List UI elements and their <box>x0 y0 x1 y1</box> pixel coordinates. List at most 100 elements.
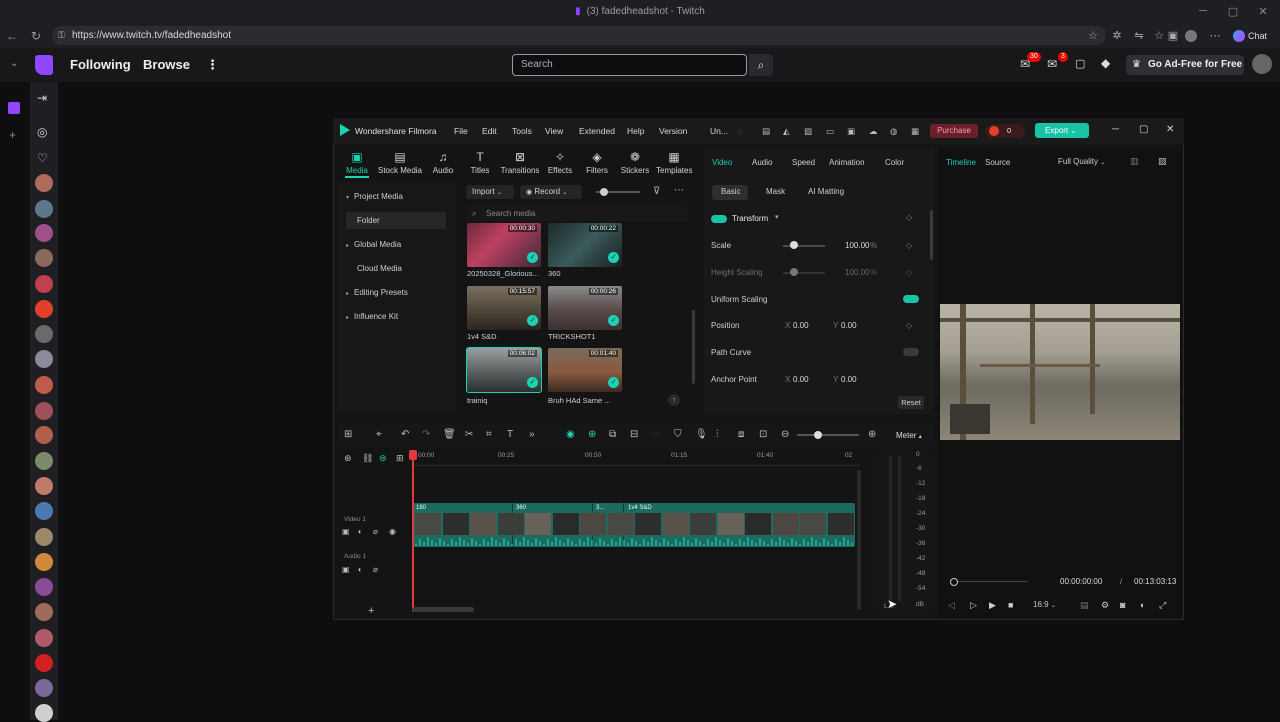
media-thumbnail[interactable]: 00:00:22 ✓ <box>548 223 622 267</box>
track-settings-icon[interactable]: ⊞ <box>396 453 404 464</box>
tool-media[interactable]: ▣ Media <box>344 150 370 175</box>
track-folder-icon[interactable]: ▣ <box>342 565 350 574</box>
path-curve-toggle[interactable] <box>903 348 919 356</box>
timeline-v-scrollbar[interactable] <box>857 470 861 610</box>
shield-icon[interactable]: ⛉ <box>674 429 682 440</box>
track-mute-icon[interactable]: ◖ <box>357 527 362 536</box>
link-tracks-icon[interactable]: ⛓ <box>362 453 373 464</box>
bits-icon[interactable]: ◆ <box>1101 56 1110 70</box>
add-icon[interactable]: + <box>9 128 16 142</box>
fm-minimize-icon[interactable]: ─ <box>1112 124 1119 135</box>
meter-dropdown[interactable]: Meter ▴ <box>896 431 922 440</box>
stop-icon[interactable]: ■ <box>1008 600 1013 610</box>
whispers-icon[interactable]: ✉ <box>1047 57 1057 71</box>
add-track-icon[interactable]: ⊛ <box>344 453 352 464</box>
fm-maximize-icon[interactable]: ▢ <box>1139 124 1148 135</box>
preview-video-frame[interactable] <box>940 304 1180 440</box>
prop-tab-audio[interactable]: Audio <box>752 158 772 167</box>
playhead-line[interactable] <box>412 452 414 612</box>
fm-close-icon[interactable]: ✕ <box>1166 124 1174 135</box>
timeline-h-scrollbar[interactable] <box>412 607 474 612</box>
tool-templates[interactable]: ▦ Templates <box>656 150 692 175</box>
nav-browse[interactable]: Browse <box>143 57 190 72</box>
save-icon[interactable]: ▣ <box>847 126 855 137</box>
grid-view-icon[interactable]: ▥ <box>1130 156 1139 167</box>
channel-avatar[interactable] <box>35 477 53 495</box>
star-icon[interactable]: ☆ <box>1084 27 1102 44</box>
snap-icon[interactable]: ⊜ <box>379 453 387 464</box>
credits-badge[interactable]: 0 <box>985 124 1025 138</box>
nav-global-media[interactable]: ▸ Global Media <box>346 240 401 249</box>
channel-avatar[interactable] <box>35 654 53 672</box>
tool-stock-media[interactable]: ▤ Stock Media <box>377 150 423 175</box>
channel-avatar[interactable] <box>35 402 53 420</box>
channel-avatar[interactable] <box>35 200 53 218</box>
keyframe-icon[interactable]: ◇ <box>906 321 912 330</box>
channel-avatar[interactable] <box>35 704 53 722</box>
more-menu-icon[interactable]: ⋯ <box>1206 27 1224 44</box>
zoom-slider-knob[interactable] <box>814 431 822 439</box>
search-button[interactable]: ⌕ <box>749 54 773 76</box>
tool-filters[interactable]: ◈ Filters <box>585 150 609 175</box>
scale-slider-knob[interactable] <box>790 241 798 249</box>
more-options-icon[interactable]: ⋯ <box>674 185 684 196</box>
tool-titles[interactable]: T Titles <box>469 150 491 175</box>
timeline-ruler[interactable] <box>412 448 860 466</box>
import-button[interactable]: Import ⌄ <box>466 185 514 199</box>
prop-tab-color[interactable]: Color <box>885 158 904 167</box>
marker-icon[interactable]: ⊟ <box>630 429 638 440</box>
user-avatar[interactable] <box>1252 54 1272 74</box>
prop-tab-video[interactable]: Video <box>712 158 732 167</box>
maximize-icon[interactable]: ▢ <box>1218 0 1248 22</box>
media-thumbnail[interactable]: 00:00:30 ✓ <box>467 223 541 267</box>
anchor-y-value[interactable]: 0.00 <box>841 375 857 384</box>
notifications-icon[interactable]: ▢ <box>1075 57 1085 70</box>
channel-avatar[interactable] <box>35 300 53 318</box>
ad-free-button[interactable]: ♛ Go Ad-Free for Free <box>1126 55 1244 75</box>
menu-edit[interactable]: Edit <box>482 126 497 136</box>
scroll-top-icon[interactable]: ↑ <box>668 394 680 406</box>
twitch-logo-icon[interactable] <box>35 55 53 75</box>
pip-icon[interactable]: ⧈ <box>738 429 744 440</box>
redo-icon[interactable]: ↷ <box>422 429 430 440</box>
prev-frame-icon[interactable]: ◁ <box>948 600 955 611</box>
track-folder-icon[interactable]: ▣ <box>342 527 350 536</box>
feedback-icon[interactable]: ▧ <box>804 126 812 137</box>
position-y-value[interactable]: 0.00 <box>841 321 857 330</box>
close-window-icon[interactable]: ✕ <box>1248 0 1278 22</box>
render-preview-icon[interactable]: ▤ <box>1080 600 1089 611</box>
select-tool-icon[interactable]: ⌖ <box>376 429 382 440</box>
properties-scrollbar[interactable] <box>930 210 933 260</box>
anchor-x-value[interactable]: 0.00 <box>793 375 809 384</box>
more-vertical-icon[interactable]: ⋮ <box>206 57 219 73</box>
add-icon[interactable]: + <box>368 605 374 617</box>
microphone-icon[interactable]: 🎙 <box>695 429 708 440</box>
uniform-scaling-toggle[interactable] <box>903 295 919 303</box>
collections-icon[interactable]: ▣ <box>1164 27 1182 44</box>
link-icon[interactable]: ⧉ <box>609 429 616 440</box>
channel-avatar[interactable] <box>35 502 53 520</box>
grid-icon[interactable]: ⊞ <box>344 429 352 440</box>
channel-avatar[interactable] <box>35 426 53 444</box>
record-button[interactable]: ◉ Record ⌄ <box>520 185 582 199</box>
quality-dropdown[interactable]: Full Quality ⌄ <box>1058 155 1118 169</box>
channel-avatar[interactable] <box>35 275 53 293</box>
crop-icon[interactable]: ⌗ <box>486 429 492 440</box>
purchase-button[interactable]: Purchase <box>930 124 978 138</box>
tool-effects[interactable]: ✧ Effects <box>547 150 573 175</box>
channel-avatar[interactable] <box>35 528 53 546</box>
project-name[interactable]: Un... <box>710 126 728 136</box>
aspect-ratio-dropdown[interactable]: 16:9 ⌄ <box>1033 600 1056 609</box>
address-bar[interactable]: ⚿ https://www.twitch.tv/fadedheadshot <box>52 26 1106 45</box>
subtab-basic[interactable]: Basic <box>721 187 741 196</box>
subtab-mask[interactable]: Mask <box>766 187 785 196</box>
extensions-icon[interactable]: ✲ <box>1108 27 1126 44</box>
menu-help[interactable]: Help <box>627 126 644 136</box>
nav-cloud-media[interactable]: Cloud Media <box>357 264 402 273</box>
recommended-icon[interactable]: ◎ <box>37 125 47 139</box>
track-lock-icon[interactable]: ⌀ <box>373 565 378 574</box>
play-icon[interactable]: ▶ <box>989 600 996 611</box>
channel-avatar[interactable] <box>35 350 53 368</box>
track-visible-icon[interactable]: ◉ <box>389 527 396 536</box>
preview-tab-source[interactable]: Source <box>985 158 1010 167</box>
